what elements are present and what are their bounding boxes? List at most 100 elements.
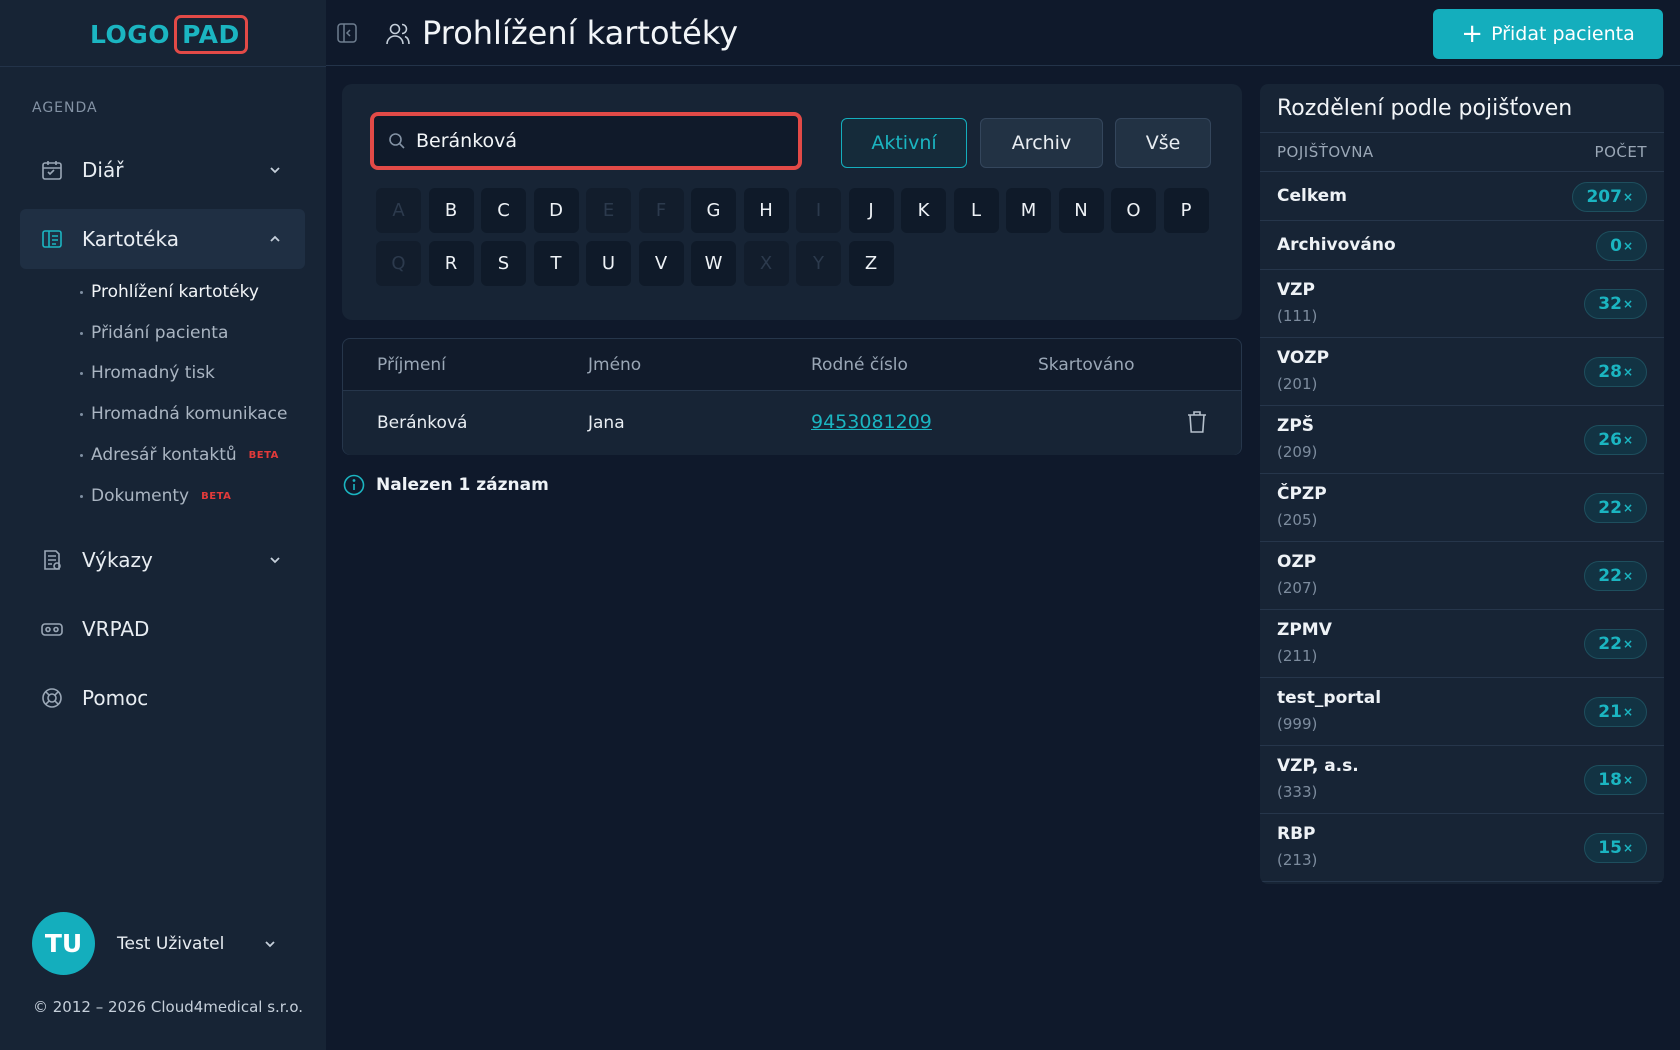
- add-patient-button[interactable]: + Přidat pacienta: [1433, 9, 1663, 59]
- count-value: 0: [1610, 235, 1622, 256]
- insurance-row: ZPMV (211) 22 ×: [1260, 610, 1664, 678]
- sidebar-item-label: Výkazy: [82, 548, 153, 572]
- search-icon: [389, 133, 405, 149]
- count-value: 18: [1598, 770, 1622, 790]
- search-input[interactable]: [416, 130, 796, 152]
- sidebar-subitem-dokumenty[interactable]: Dokumenty BETA: [80, 486, 231, 506]
- count-value: 15: [1598, 838, 1622, 858]
- sidebar-collapse-icon[interactable]: [336, 22, 358, 44]
- letter-button-p[interactable]: P: [1163, 188, 1209, 233]
- sidebar-subitem-adresar[interactable]: Adresář kontaktů BETA: [80, 445, 279, 465]
- letter-button-t[interactable]: T: [533, 241, 579, 286]
- letter-button-l[interactable]: L: [953, 188, 999, 233]
- logo-badge: PAD: [174, 14, 248, 54]
- chevron-down-icon: [270, 167, 280, 174]
- sidebar-item-label: VRPAD: [82, 617, 150, 641]
- sidebar-subitem-hromadny-tisk[interactable]: Hromadný tisk: [80, 363, 215, 383]
- insurance-title: Rozdělení podle pojišťoven: [1277, 96, 1573, 121]
- report-icon: [40, 548, 64, 572]
- insurance-header: POJIŠŤOVNA POČET: [1260, 132, 1664, 172]
- plus-icon: +: [1461, 19, 1484, 49]
- letter-button-s[interactable]: S: [481, 241, 526, 286]
- times-sign: ×: [1622, 637, 1633, 651]
- filter-active-button[interactable]: Aktivní: [841, 118, 967, 168]
- trash-icon[interactable]: [1185, 409, 1209, 435]
- insurer-name: ČPZP: [1277, 484, 1327, 504]
- letter-button-u[interactable]: U: [586, 241, 631, 286]
- letter-button-r[interactable]: R: [428, 241, 474, 286]
- insurer-code: (207): [1277, 579, 1318, 597]
- letter-button-h[interactable]: H: [743, 188, 789, 233]
- letter-button-o[interactable]: O: [1111, 188, 1156, 233]
- column-header[interactable]: Příjmení: [377, 355, 446, 375]
- insurer-name: Celkem: [1277, 186, 1347, 206]
- letter-button-z[interactable]: Z: [848, 241, 894, 286]
- insurer-name: test_portal: [1277, 688, 1382, 708]
- letter-button-b[interactable]: B: [428, 188, 474, 233]
- filter-archive-button[interactable]: Archiv: [980, 118, 1103, 168]
- filter-all-button[interactable]: Vše: [1115, 118, 1211, 168]
- insurer-name: VOZP: [1277, 348, 1330, 368]
- letter-button-y: Y: [796, 241, 841, 286]
- birth-number-link[interactable]: 9453081209: [811, 411, 932, 433]
- user-menu[interactable]: TU Test Uživatel: [32, 912, 275, 975]
- insurance-row: VOZP (201) 28 ×: [1260, 338, 1664, 406]
- sidebar-subitem-pridani[interactable]: Přidání pacienta: [80, 323, 228, 343]
- sidebar-item-pomoc[interactable]: Pomoc: [20, 668, 305, 728]
- insurance-row: ČPZP (205) 22 ×: [1260, 474, 1664, 542]
- column-header[interactable]: Rodné číslo: [811, 355, 908, 375]
- letter-button-i: I: [796, 188, 841, 233]
- sidebar-item-kartoteka[interactable]: Kartotéka: [20, 209, 305, 269]
- logo-text: LOGO: [90, 19, 171, 49]
- count-badge: 207 ×: [1572, 181, 1647, 212]
- letter-button-g[interactable]: G: [691, 188, 736, 233]
- insurance-panel: Rozdělení podle pojišťoven POJIŠŤOVNA PO…: [1260, 84, 1664, 884]
- times-sign: ×: [1622, 433, 1633, 447]
- chevron-down-icon: [270, 557, 280, 564]
- times-sign: ×: [1622, 189, 1633, 204]
- table-row[interactable]: Beránková Jana 9453081209: [343, 391, 1241, 455]
- search-box[interactable]: [370, 112, 802, 170]
- letter-button-e: E: [586, 188, 631, 233]
- letter-button-d[interactable]: D: [533, 188, 579, 233]
- sidebar-item-vykazy[interactable]: Výkazy: [20, 530, 305, 590]
- card-file-icon: [40, 227, 64, 251]
- sidebar-subitem-prohlizeni[interactable]: Prohlížení kartotéky: [80, 282, 259, 302]
- section-label: AGENDA: [32, 100, 98, 116]
- times-sign: ×: [1622, 569, 1633, 583]
- letter-button-k[interactable]: K: [901, 188, 946, 233]
- insurer-name: Archivováno: [1277, 235, 1396, 255]
- letter-button-v[interactable]: V: [638, 241, 684, 286]
- letter-button-j[interactable]: J: [848, 188, 894, 233]
- insurance-row: Archivováno 0 ×: [1260, 221, 1664, 270]
- sidebar-item-label: Kartotéka: [82, 227, 179, 251]
- letter-button-m[interactable]: M: [1006, 188, 1051, 233]
- insurer-name: OZP: [1277, 552, 1317, 572]
- column-header[interactable]: Jméno: [588, 355, 641, 375]
- users-icon: [386, 23, 410, 45]
- count-value: 26: [1598, 430, 1622, 450]
- insurer-code: (999): [1277, 715, 1318, 733]
- table-header: Příjmení Jméno Rodné číslo Skartováno: [343, 339, 1241, 391]
- sidebar-item-diar[interactable]: Diář: [20, 140, 305, 200]
- letter-button-n[interactable]: N: [1058, 188, 1104, 233]
- subitem-label: Přidání pacienta: [91, 323, 229, 343]
- sidebar-subitem-hromadna-komunikace[interactable]: Hromadná komunikace: [80, 404, 287, 424]
- letter-button-w[interactable]: W: [691, 241, 736, 286]
- count-value: 22: [1598, 566, 1622, 586]
- result-count: Nalezen 1 záznam: [343, 474, 549, 496]
- top-bar: Prohlížení kartotéky + Přidat pacienta: [326, 0, 1680, 66]
- column-header[interactable]: Skartováno: [1038, 355, 1134, 375]
- add-patient-label: Přidat pacienta: [1491, 23, 1635, 45]
- letter-button-c[interactable]: C: [481, 188, 526, 233]
- sidebar-item-vrpad[interactable]: VRPAD: [20, 599, 305, 659]
- insurance-row: VZP (111) 32 ×: [1260, 270, 1664, 338]
- count-badge: 22 ×: [1584, 493, 1647, 523]
- count-badge: 18 ×: [1584, 765, 1647, 795]
- logo[interactable]: LOGO PAD: [90, 13, 248, 55]
- insurer-column-header: POJIŠŤOVNA: [1277, 143, 1374, 161]
- count-value: 21: [1598, 702, 1622, 722]
- insurer-name: VZP, a.s.: [1277, 756, 1359, 776]
- count-badge: 26 ×: [1584, 425, 1647, 455]
- times-sign: ×: [1622, 773, 1633, 787]
